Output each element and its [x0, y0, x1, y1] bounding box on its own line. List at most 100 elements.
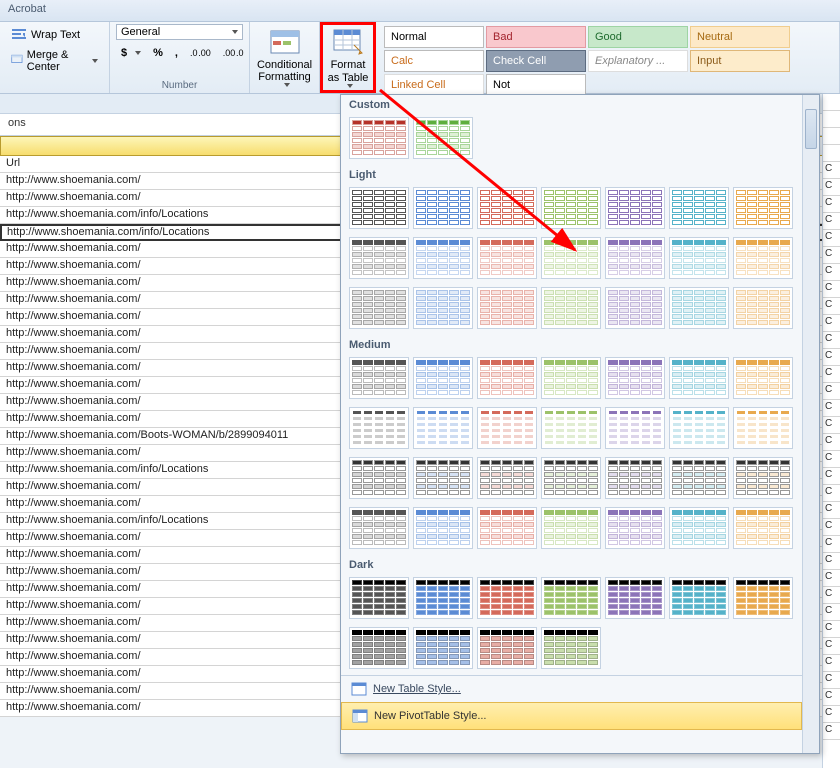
table-style-swatch[interactable] — [669, 507, 729, 549]
merge-icon — [11, 53, 23, 69]
cell-style-normal[interactable]: Normal — [384, 26, 484, 48]
chevron-down-icon — [284, 83, 290, 87]
table-style-swatch[interactable] — [349, 627, 409, 669]
table-style-swatch[interactable] — [477, 357, 537, 399]
table-style-swatch[interactable] — [413, 117, 473, 159]
table-style-swatch[interactable] — [413, 577, 473, 619]
table-style-swatch[interactable] — [605, 407, 665, 449]
table-style-swatch[interactable] — [541, 187, 601, 229]
table-style-swatch[interactable] — [349, 357, 409, 399]
cell-style-calc[interactable]: Calc — [384, 50, 484, 72]
table-style-swatch[interactable] — [477, 287, 537, 329]
table-style-swatch[interactable] — [477, 577, 537, 619]
cell-style-good[interactable]: Good — [588, 26, 688, 48]
table-style-swatch[interactable] — [605, 577, 665, 619]
table-style-swatch[interactable] — [669, 407, 729, 449]
table-style-swatch[interactable] — [669, 287, 729, 329]
wrap-text-button[interactable]: Wrap Text — [6, 24, 103, 46]
table-style-swatch[interactable] — [477, 507, 537, 549]
table-style-swatch[interactable] — [541, 407, 601, 449]
table-style-swatch[interactable] — [733, 187, 793, 229]
table-style-swatch[interactable] — [733, 507, 793, 549]
table-style-swatch[interactable] — [477, 187, 537, 229]
decrease-decimal-button[interactable]: .00 .0 — [218, 45, 249, 61]
format-as-table-button[interactable]: Format as Table — [323, 25, 373, 90]
table-style-swatch[interactable] — [605, 357, 665, 399]
table-icon — [332, 27, 364, 59]
table-style-swatch[interactable] — [413, 507, 473, 549]
table-style-swatch[interactable] — [733, 357, 793, 399]
cell-styles-gallery[interactable]: NormalBadGoodNeutral CalcCheck CellExplan… — [382, 24, 833, 98]
group-label-number: Number — [116, 78, 243, 91]
cell-style-not[interactable]: Not — [486, 74, 586, 96]
cell-style-bad[interactable]: Bad — [486, 26, 586, 48]
gallery-section-label: Light — [341, 165, 802, 185]
table-style-swatch[interactable] — [733, 457, 793, 499]
chevron-down-icon — [135, 51, 141, 55]
gallery-scrollbar[interactable] — [802, 95, 819, 753]
table-style-swatch[interactable] — [413, 187, 473, 229]
table-style-swatch[interactable] — [349, 287, 409, 329]
table-style-swatch[interactable] — [349, 117, 409, 159]
increase-decimal-button[interactable]: .0 .00 — [185, 45, 216, 61]
table-style-swatch[interactable] — [413, 287, 473, 329]
cell-style-explanatory-[interactable]: Explanatory ... — [588, 50, 688, 72]
table-style-swatch[interactable] — [669, 457, 729, 499]
table-style-swatch[interactable] — [733, 577, 793, 619]
table-style-swatch[interactable] — [413, 457, 473, 499]
scroll-thumb[interactable] — [805, 109, 817, 149]
percent-button[interactable]: % — [148, 44, 168, 62]
table-style-swatch[interactable] — [349, 187, 409, 229]
table-style-swatch[interactable] — [669, 187, 729, 229]
table-style-swatch[interactable] — [541, 357, 601, 399]
ribbon: Wrap Text Merge & Center General $ % , . — [0, 22, 840, 94]
table-style-swatch[interactable] — [413, 357, 473, 399]
title-bar: Acrobat — [0, 0, 840, 22]
table-style-swatch[interactable] — [349, 507, 409, 549]
pivot-icon — [352, 708, 368, 724]
table-style-swatch[interactable] — [733, 237, 793, 279]
table-icon — [351, 681, 367, 697]
conditional-formatting-button[interactable]: Conditional Formatting — [260, 24, 310, 90]
cell-style-linked-cell[interactable]: Linked Cell — [384, 74, 484, 96]
new-pivottable-style-button[interactable]: New PivotTable Style... — [341, 702, 802, 730]
table-style-swatch[interactable] — [477, 237, 537, 279]
table-style-swatch[interactable] — [349, 577, 409, 619]
table-style-swatch[interactable] — [733, 407, 793, 449]
comma-button[interactable]: , — [170, 44, 183, 62]
table-style-swatch[interactable] — [413, 407, 473, 449]
cell-style-check-cell[interactable]: Check Cell — [486, 50, 586, 72]
table-style-swatch[interactable] — [669, 237, 729, 279]
new-table-style-button[interactable]: New Table Style... — [341, 676, 802, 702]
cell-style-neutral[interactable]: Neutral — [690, 26, 790, 48]
cell-style-input[interactable]: Input — [690, 50, 790, 72]
app-title: Acrobat — [8, 3, 46, 15]
table-style-swatch[interactable] — [349, 237, 409, 279]
table-style-swatch[interactable] — [541, 577, 601, 619]
table-style-swatch[interactable] — [605, 457, 665, 499]
table-style-swatch[interactable] — [605, 187, 665, 229]
table-style-swatch[interactable] — [477, 457, 537, 499]
table-style-gallery: CustomLightMediumDarkNew Table Style...N… — [340, 94, 820, 754]
table-style-swatch[interactable] — [413, 237, 473, 279]
table-style-swatch[interactable] — [477, 627, 537, 669]
chevron-down-icon — [92, 59, 98, 63]
table-style-swatch[interactable] — [477, 407, 537, 449]
table-style-swatch[interactable] — [349, 457, 409, 499]
table-style-swatch[interactable] — [541, 237, 601, 279]
merge-center-button[interactable]: Merge & Center — [6, 46, 103, 76]
table-style-swatch[interactable] — [541, 627, 601, 669]
number-format-select[interactable]: General — [116, 24, 243, 40]
table-style-swatch[interactable] — [541, 507, 601, 549]
table-style-swatch[interactable] — [733, 287, 793, 329]
table-style-swatch[interactable] — [669, 577, 729, 619]
currency-button[interactable]: $ — [116, 44, 146, 62]
table-style-swatch[interactable] — [605, 507, 665, 549]
table-style-swatch[interactable] — [541, 287, 601, 329]
table-style-swatch[interactable] — [541, 457, 601, 499]
table-style-swatch[interactable] — [605, 287, 665, 329]
table-style-swatch[interactable] — [413, 627, 473, 669]
table-style-swatch[interactable] — [349, 407, 409, 449]
table-style-swatch[interactable] — [605, 237, 665, 279]
table-style-swatch[interactable] — [669, 357, 729, 399]
